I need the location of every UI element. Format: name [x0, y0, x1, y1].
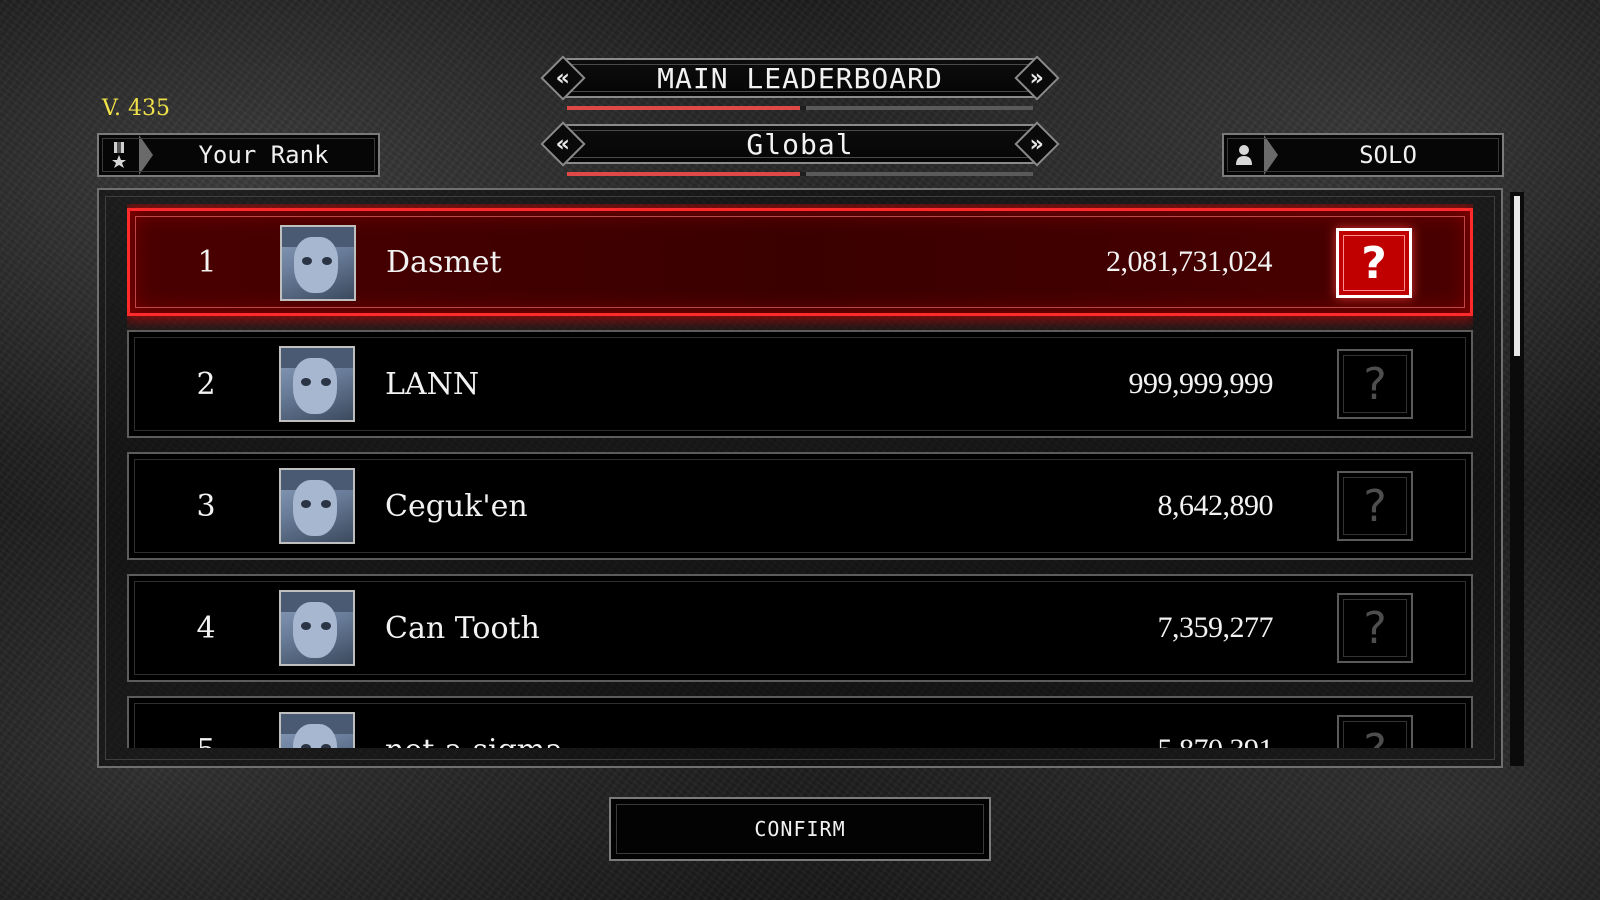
confirm-button[interactable]: CONFIRM: [609, 797, 991, 861]
avatar: [279, 590, 355, 666]
progress-divider: [800, 172, 806, 176]
unknown-badge-icon[interactable]: ?: [1337, 715, 1413, 748]
leaderboard-scrollbar[interactable]: [1510, 192, 1524, 766]
leaderboard-row[interactable]: 1 Dasmet 2,081,731,024?: [127, 208, 1473, 316]
unknown-badge-icon[interactable]: ?: [1336, 228, 1412, 298]
leaderboard-row[interactable]: 2 LANN 999,999,999?: [127, 330, 1473, 438]
medal-icon: [99, 135, 139, 175]
mode-label: SOLO: [1359, 141, 1417, 169]
leaderboard-panel: 1 Dasmet 2,081,731,024? 2 LANN 999,999,999? 3 C…: [97, 188, 1503, 768]
unknown-badge-icon[interactable]: ?: [1337, 349, 1413, 419]
scope-selector: « Global »: [540, 121, 1060, 176]
scrollbar-thumb[interactable]: [1514, 196, 1520, 356]
player-score: 8,642,890: [1157, 489, 1274, 522]
player-name: Dasmet: [386, 244, 502, 280]
unknown-badge-icon[interactable]: ?: [1337, 471, 1413, 541]
leaderboard-progress-fill: [567, 106, 800, 110]
player-score: 7,359,277: [1157, 611, 1274, 644]
leaderboard-list[interactable]: 1 Dasmet 2,081,731,024? 2 LANN 999,999,999? 3 C…: [127, 204, 1473, 748]
leaderboard-row[interactable]: 5 not-a-sigma 5,870,391?: [127, 696, 1473, 748]
leaderboard-row[interactable]: 4 Can Tooth 7,359,277?: [127, 574, 1473, 682]
mode-toggle-button[interactable]: SOLO: [1222, 133, 1504, 177]
player-name: Can Tooth: [385, 610, 540, 646]
leaderboard-progress-bar: [567, 106, 1033, 110]
your-rank-label: Your Rank: [198, 141, 329, 169]
progress-divider: [800, 106, 806, 110]
avatar: [279, 346, 355, 422]
rank-number: 5: [181, 698, 231, 749]
player-score: 5,870,391: [1158, 698, 1274, 748]
scope-title: Global: [746, 127, 854, 161]
avatar: [279, 468, 355, 544]
rank-number: 2: [196, 366, 216, 402]
tag-separator: [139, 135, 153, 175]
avatar: [280, 225, 356, 301]
avatar: [279, 712, 355, 748]
player-name: not-a-sigma: [385, 698, 563, 749]
player-score: 2,081,731,024: [1106, 245, 1273, 278]
leaderboard-row[interactable]: 3 Ceguk'en 8,642,890?: [127, 452, 1473, 560]
scope-progress-bar: [567, 172, 1033, 176]
person-icon: [1224, 135, 1264, 175]
unknown-badge-icon[interactable]: ?: [1337, 593, 1413, 663]
rank-number: 4: [196, 610, 216, 646]
rank-number: 3: [196, 488, 216, 524]
scope-progress-fill: [567, 172, 800, 176]
leaderboard-selector: « MAIN LEADERBOARD »: [540, 55, 1060, 110]
rank-number: 1: [197, 244, 217, 280]
leaderboard-title: MAIN LEADERBOARD: [657, 61, 943, 95]
player-score: 999,999,999: [1128, 367, 1274, 400]
version-label: V. 435: [102, 96, 171, 121]
chevron-right-icon: »: [1029, 131, 1045, 157]
your-rank-button[interactable]: Your Rank: [97, 133, 380, 177]
chevron-right-icon: »: [1029, 65, 1045, 91]
player-name: Ceguk'en: [385, 488, 528, 524]
player-name: LANN: [385, 366, 480, 402]
tag-separator: [1264, 135, 1278, 175]
